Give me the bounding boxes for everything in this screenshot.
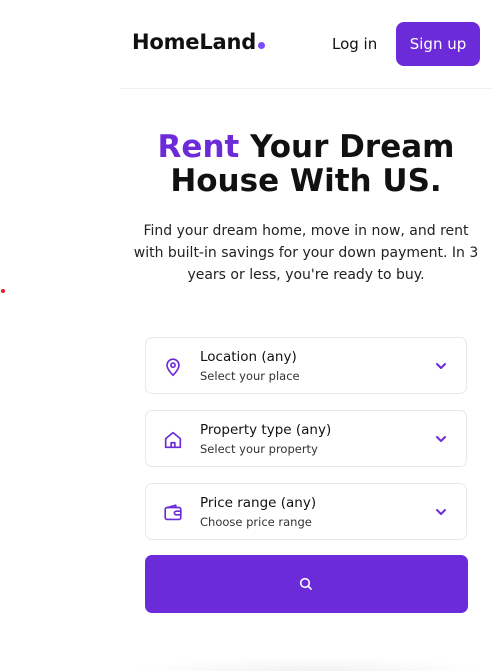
signup-button[interactable]: Sign up bbox=[396, 22, 480, 66]
chevron-down-icon bbox=[436, 363, 446, 369]
login-link[interactable]: Log in bbox=[332, 35, 377, 53]
hero-subtitle: Find your dream home, move in now, and r… bbox=[133, 223, 479, 283]
price-range-select[interactable]: Price range (any) Choose price range bbox=[145, 483, 467, 540]
hero-title-accent: Rent bbox=[157, 129, 240, 165]
hero-title-line2: House With US. bbox=[170, 163, 442, 199]
site-header: HomeLand Log in Sign up bbox=[120, 0, 492, 89]
chevron-down-icon bbox=[436, 509, 446, 515]
price-range-title: Price range (any) bbox=[200, 495, 317, 511]
hero-title: Rent Your Dream House With US. bbox=[120, 130, 492, 198]
logo-dot-icon bbox=[258, 42, 266, 49]
property-type-title: Property type (any) bbox=[200, 422, 332, 438]
property-type-subtitle: Select your property bbox=[200, 442, 318, 456]
location-pin-icon bbox=[166, 358, 180, 377]
next-section-shadow bbox=[130, 657, 492, 671]
location-title: Location (any) bbox=[200, 349, 297, 365]
property-type-select[interactable]: Property type (any) Select your property bbox=[145, 410, 467, 467]
wallet-icon bbox=[164, 504, 182, 521]
chevron-down-icon bbox=[436, 436, 446, 442]
location-select[interactable]: Location (any) Select your place bbox=[145, 337, 467, 394]
hero-title-line1: Your Dream bbox=[239, 129, 455, 165]
location-subtitle: Select your place bbox=[200, 369, 300, 383]
logo[interactable]: HomeLand bbox=[132, 30, 266, 54]
search-button[interactable] bbox=[145, 555, 468, 613]
price-range-subtitle: Choose price range bbox=[200, 515, 312, 529]
house-icon bbox=[164, 431, 182, 449]
stray-red-dot bbox=[1, 289, 5, 293]
search-icon bbox=[299, 577, 312, 590]
logo-text: HomeLand bbox=[132, 30, 257, 54]
